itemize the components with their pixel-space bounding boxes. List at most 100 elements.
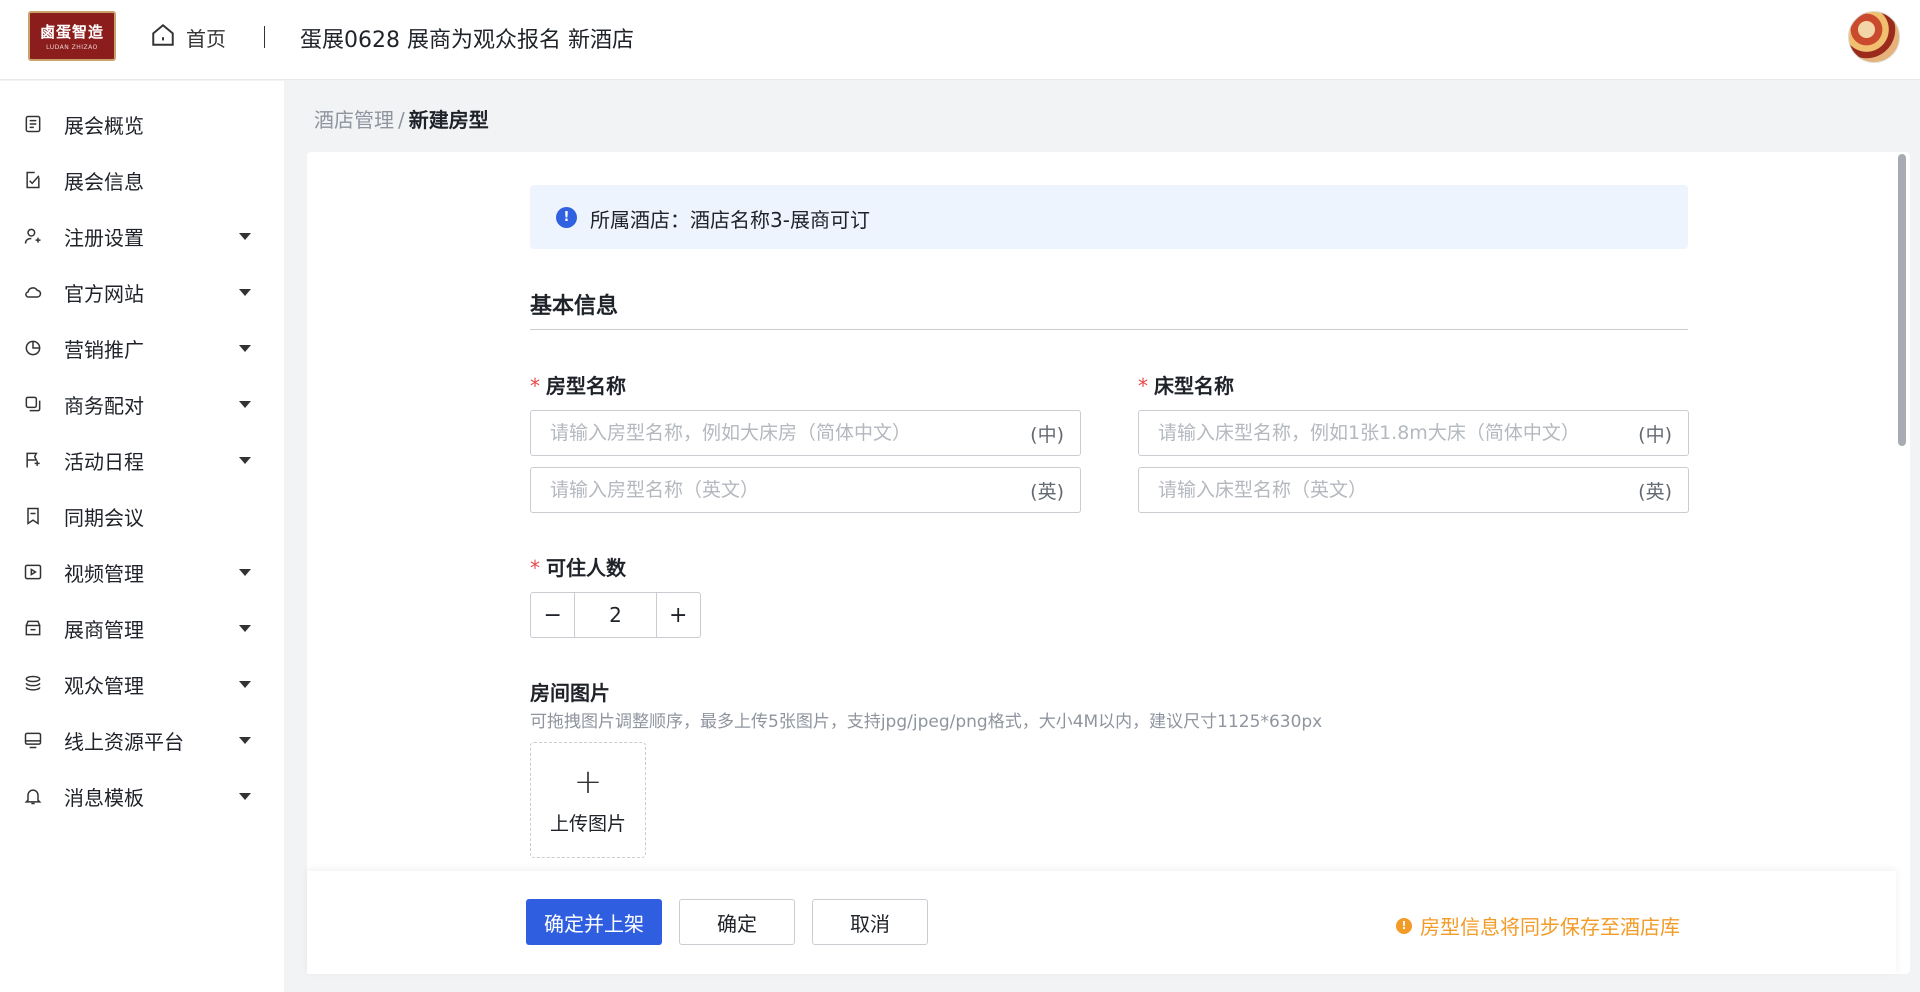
bed-name-zh-suffix: (中) <box>1638 423 1672 446</box>
upload-image-label: 上传图片 <box>549 812 626 835</box>
upload-image-button[interactable]: + 上传图片 <box>530 742 646 858</box>
section-title-basic-info: 基本信息 <box>530 294 619 319</box>
header-divider <box>264 26 265 48</box>
sidebar-item-label: 注册设置 <box>64 225 144 250</box>
breadcrumb: 酒店管理 / 新建房型 <box>314 104 489 133</box>
confirm-button[interactable]: 确定 <box>679 899 795 945</box>
flag-icon <box>22 449 44 471</box>
user-add-icon <box>22 225 44 247</box>
confirm-and-publish-button[interactable]: 确定并上架 <box>526 899 662 945</box>
overview-icon <box>22 113 44 135</box>
breadcrumb-current: 新建房型 <box>408 108 489 132</box>
caret-down-icon <box>239 400 251 408</box>
bed-name-en-suffix: (英) <box>1638 480 1672 503</box>
decrement-button[interactable]: − <box>531 593 574 637</box>
capacity-label-text: 可住人数 <box>546 556 626 580</box>
scrollbar-thumb[interactable] <box>1898 154 1906 446</box>
room-name-label-text: 房型名称 <box>546 374 626 398</box>
required-mark: * <box>530 374 540 398</box>
sidebar-item-label: 营销推广 <box>64 337 144 362</box>
sidebar-item-exhibitors[interactable]: 展商管理 <box>0 600 284 656</box>
required-mark: * <box>1138 374 1148 398</box>
sidebar-item-video[interactable]: 视频管理 <box>0 544 284 600</box>
sidebar-item-label: 观众管理 <box>64 673 144 698</box>
sidebar-item-conference[interactable]: 同期会议 <box>0 488 284 544</box>
sidebar-item-label: 展会信息 <box>64 169 144 194</box>
sidebar-item-online-resources[interactable]: 线上资源平台 <box>0 712 284 768</box>
cloud-icon <box>22 281 44 303</box>
bed-name-zh-input[interactable] <box>1139 411 1688 455</box>
sidebar-item-label: 展商管理 <box>64 617 144 642</box>
capacity-stepper: − 2 + <box>530 592 701 638</box>
bed-name-en-field[interactable]: (英) <box>1138 467 1689 513</box>
bell-icon <box>22 785 44 807</box>
caret-down-icon <box>239 680 251 688</box>
sidebar-item-label: 展会概览 <box>64 113 144 138</box>
play-icon <box>22 561 44 583</box>
sidebar-item-label: 线上资源平台 <box>64 729 184 754</box>
monitor-icon <box>22 729 44 751</box>
caret-down-icon <box>239 736 251 744</box>
bookmark-icon <box>22 505 44 527</box>
sidebar-item-schedule[interactable]: 活动日程 <box>0 432 284 488</box>
breadcrumb-hotel-management[interactable]: 酒店管理 <box>314 108 394 132</box>
edit-doc-icon <box>22 169 44 191</box>
room-name-en-field[interactable]: (英) <box>530 467 1081 513</box>
logo-text: 鹵蛋智造 <box>39 23 104 41</box>
caret-down-icon <box>239 288 251 296</box>
sidebar-item-visitors[interactable]: 观众管理 <box>0 656 284 712</box>
room-name-zh-input[interactable] <box>531 411 1080 455</box>
sidebar-item-label: 商务配对 <box>64 393 144 418</box>
room-images-label: 房间图片 <box>530 681 610 705</box>
brand-logo[interactable]: 鹵蛋智造 LUDAN ZHIZAO <box>28 11 116 61</box>
home-icon <box>150 22 176 52</box>
sync-notice-text: 房型信息将同步保存至酒店库 <box>1420 915 1680 939</box>
bed-name-zh-field[interactable]: (中) <box>1138 410 1689 456</box>
sidebar-item-label: 官方网站 <box>64 281 144 306</box>
sidebar-item-registration[interactable]: 注册设置 <box>0 208 284 264</box>
sidebar-item-expo-info[interactable]: 展会信息 <box>0 152 284 208</box>
sidebar-item-overview[interactable]: 展会概览 <box>0 96 284 152</box>
room-name-zh-suffix: (中) <box>1030 423 1064 446</box>
caret-down-icon <box>239 568 251 576</box>
room-images-hint: 可拖拽图片调整顺序，最多上传5张图片，支持jpg/jpeg/png格式，大小4M… <box>530 712 1323 732</box>
sidebar-item-label: 视频管理 <box>64 561 144 586</box>
room-name-en-input[interactable] <box>531 468 1080 512</box>
capacity-value[interactable]: 2 <box>574 593 657 637</box>
room-name-label: * 房型名称 <box>530 370 626 399</box>
scrollbar[interactable] <box>1896 152 1908 974</box>
caret-down-icon <box>239 624 251 632</box>
sync-notice: ! 房型信息将同步保存至酒店库 <box>1396 911 1680 940</box>
sidebar-item-message-templates[interactable]: 消息模板 <box>0 768 284 824</box>
store-icon <box>22 617 44 639</box>
sidebar-item-label: 消息模板 <box>64 785 144 810</box>
warning-icon: ! <box>1396 917 1412 934</box>
sidebar-item-matching[interactable]: 商务配对 <box>0 376 284 432</box>
plus-icon: + <box>573 761 603 802</box>
logo-subtext: LUDAN ZHIZAO <box>46 44 98 51</box>
sidebar-item-marketing[interactable]: 营销推广 <box>0 320 284 376</box>
bed-name-label: * 床型名称 <box>1138 370 1234 399</box>
info-icon: ! <box>556 207 577 228</box>
room-name-en-suffix: (英) <box>1030 480 1064 503</box>
increment-button[interactable]: + <box>657 593 700 637</box>
section-divider <box>530 329 1688 330</box>
bed-name-label-text: 床型名称 <box>1154 374 1234 398</box>
caret-down-icon <box>239 344 251 352</box>
sidebar: 展会概览 展会信息 注册设置 官方网站 营销推广 商务配对 活动日程 同期会议 … <box>0 81 284 992</box>
capacity-label: * 可住人数 <box>530 552 626 581</box>
sidebar-item-website[interactable]: 官方网站 <box>0 264 284 320</box>
page-title: 蛋展0628 展商为观众报名 新酒店 <box>300 28 634 53</box>
bed-name-en-input[interactable] <box>1139 468 1688 512</box>
sidebar-item-label: 活动日程 <box>64 449 144 474</box>
pie-chart-icon <box>22 337 44 359</box>
top-header: 鹵蛋智造 LUDAN ZHIZAO 首页 蛋展0628 展商为观众报名 新酒店 <box>0 0 1920 80</box>
cancel-button[interactable]: 取消 <box>812 899 928 945</box>
avatar[interactable] <box>1848 11 1900 63</box>
required-mark: * <box>530 556 540 580</box>
home-link[interactable]: 首页 <box>150 22 226 52</box>
caret-down-icon <box>239 232 251 240</box>
room-name-zh-field[interactable]: (中) <box>530 410 1081 456</box>
hotel-info-alert: ! 所属酒店：酒店名称3-展商可订 <box>530 185 1688 249</box>
hotel-info-text: 所属酒店：酒店名称3-展商可订 <box>590 208 870 232</box>
